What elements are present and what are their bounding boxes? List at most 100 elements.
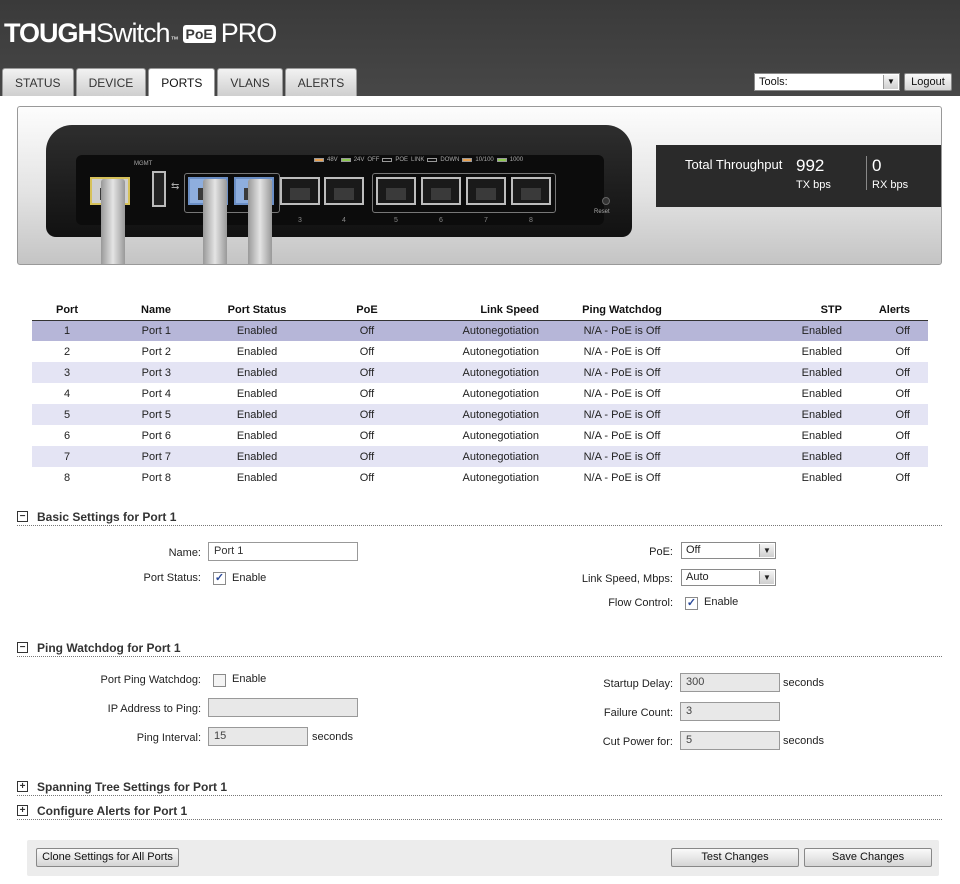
port-number-7: 7: [484, 217, 488, 224]
logo-switch: Switch: [96, 18, 171, 48]
col-ping-watchdog: Ping Watchdog: [542, 300, 702, 321]
cell-alerts: Off: [842, 320, 928, 341]
configure-alerts-title: Configure Alerts for Port 1: [37, 804, 188, 818]
tab-status[interactable]: STATUS: [2, 68, 74, 96]
tools-dropdown-value: Tools:: [759, 76, 788, 88]
cell-name: Port 8: [141, 471, 171, 484]
cell-poe: Off: [312, 446, 422, 467]
cell-port: 4: [63, 387, 71, 400]
mgmt-label: MGMT: [134, 161, 153, 167]
led-24v-icon: [340, 158, 351, 162]
cell-port: 2: [63, 345, 71, 358]
ping-watchdog-title: Ping Watchdog for Port 1: [37, 641, 181, 655]
cell-stp: Enabled: [702, 446, 842, 467]
tab-vlans[interactable]: VLANS: [217, 68, 283, 96]
col-name: Name: [102, 300, 202, 321]
legend-link: LINK: [411, 157, 425, 163]
logo-poe-badge: PoE: [182, 25, 216, 43]
table-row[interactable]: 4 Port 4 Enabled Off Autonegotiation N/A…: [32, 383, 928, 404]
port-status-checkbox[interactable]: ✓: [213, 572, 226, 585]
collapse-icon[interactable]: −: [17, 642, 28, 653]
cell-status: Enabled: [202, 362, 312, 383]
cell-ping: N/A - PoE is Off: [583, 345, 661, 358]
ping-interval-input[interactable]: 15: [208, 727, 308, 746]
table-row[interactable]: 5 Port 5 Enabled Off Autonegotiation N/A…: [32, 404, 928, 425]
cell-ping: N/A - PoE is Off: [542, 446, 702, 467]
spanning-tree-title: Spanning Tree Settings for Port 1: [37, 780, 228, 794]
port-number-4: 4: [342, 217, 346, 224]
poe-select-value: Off: [686, 544, 701, 556]
table-row[interactable]: 3 Port 3 Enabled Off Autonegotiation N/A…: [32, 362, 928, 383]
save-changes-button[interactable]: Save Changes: [804, 848, 932, 867]
led-1000-icon: [496, 158, 507, 162]
tab-alerts[interactable]: ALERTS: [284, 68, 358, 96]
tab-device[interactable]: DEVICE: [75, 68, 147, 96]
cell-poe: Off: [312, 320, 422, 341]
cell-ping: N/A - PoE is Off: [542, 362, 702, 383]
table-row[interactable]: 1 Port 1 Enabled Off Autonegotiation N/A…: [32, 320, 928, 341]
cell-ping: N/A - PoE is Off: [542, 320, 702, 341]
expand-icon[interactable]: +: [17, 805, 28, 816]
port-5[interactable]: [376, 177, 416, 205]
cell-poe: Off: [359, 387, 375, 400]
port-name-input[interactable]: Port 1: [208, 542, 358, 561]
table-row[interactable]: 2 Port 2 Enabled Off Autonegotiation N/A…: [32, 341, 928, 362]
port-6[interactable]: [421, 177, 461, 205]
cell-poe: Off: [312, 362, 422, 383]
cell-stp: Enabled: [801, 429, 842, 442]
ping-watchdog-enable-label: Enable: [232, 673, 267, 685]
reset-label: Reset: [594, 209, 610, 215]
configure-alerts-header[interactable]: + Configure Alerts for Port 1: [17, 804, 942, 820]
cell-name: Port 1: [102, 320, 202, 341]
logo-tough: TOUGH: [4, 18, 97, 48]
table-row[interactable]: 6 Port 6 Enabled Off Autonegotiation N/A…: [32, 425, 928, 446]
ports-table: Port Name Port Status PoE Link Speed Pin…: [32, 300, 928, 488]
port-3[interactable]: [280, 177, 320, 205]
cell-status: Enabled: [236, 429, 278, 442]
cell-status: Enabled: [202, 446, 312, 467]
tx-value: 992: [796, 156, 825, 175]
cell-status: Enabled: [202, 320, 312, 341]
startup-delay-input[interactable]: 300: [680, 673, 780, 692]
throughput-divider: [866, 156, 867, 190]
cell-stp: Enabled: [702, 404, 842, 425]
spanning-tree-header[interactable]: + Spanning Tree Settings for Port 1: [17, 780, 942, 796]
startup-delay-unit: seconds: [783, 677, 824, 689]
tools-dropdown[interactable]: Tools: ▼: [754, 73, 900, 91]
logout-button[interactable]: Logout: [904, 73, 952, 91]
table-row[interactable]: 8 Port 8 Enabled Off Autonegotiation N/A…: [32, 467, 928, 488]
reset-button-icon: [602, 197, 610, 205]
cell-ping: N/A - PoE is Off: [542, 404, 702, 425]
port-8[interactable]: [511, 177, 551, 205]
clone-settings-button[interactable]: Clone Settings for All Ports: [36, 848, 179, 867]
legend-10-100: 10/100: [475, 157, 494, 163]
table-row[interactable]: 7 Port 7 Enabled Off Autonegotiation N/A…: [32, 446, 928, 467]
failure-count-input[interactable]: 3: [680, 702, 780, 721]
cell-ping: N/A - PoE is Off: [583, 387, 661, 400]
poe-select[interactable]: Off ▼: [681, 542, 776, 559]
flow-control-checkbox[interactable]: ✓: [685, 597, 698, 610]
chevron-down-icon: ▼: [759, 544, 774, 557]
cell-port: 1: [32, 320, 102, 341]
port-ping-watchdog-label: Port Ping Watchdog:: [100, 674, 201, 686]
link-speed-select[interactable]: Auto ▼: [681, 569, 776, 586]
expand-icon[interactable]: +: [17, 781, 28, 792]
startup-delay-label: Startup Delay:: [603, 678, 673, 690]
main-tabs: STATUS DEVICE PORTS VLANS ALERTS: [2, 68, 358, 97]
cell-stp: Enabled: [801, 387, 842, 400]
cut-power-unit: seconds: [783, 735, 824, 747]
chevron-down-icon: ▼: [759, 571, 774, 584]
tab-ports[interactable]: PORTS: [148, 68, 216, 97]
collapse-icon[interactable]: −: [17, 511, 28, 522]
port-number-8: 8: [529, 217, 533, 224]
cell-port: 3: [32, 362, 102, 383]
test-changes-button[interactable]: Test Changes: [671, 848, 799, 867]
action-bar: Clone Settings for All Ports Test Change…: [27, 840, 939, 876]
port-7[interactable]: [466, 177, 506, 205]
cell-poe: Off: [312, 404, 422, 425]
cut-power-input[interactable]: 5: [680, 731, 780, 750]
port-4[interactable]: [324, 177, 364, 205]
usb-port: [152, 171, 166, 207]
ping-watchdog-checkbox[interactable]: [213, 674, 226, 687]
ip-address-input[interactable]: [208, 698, 358, 717]
